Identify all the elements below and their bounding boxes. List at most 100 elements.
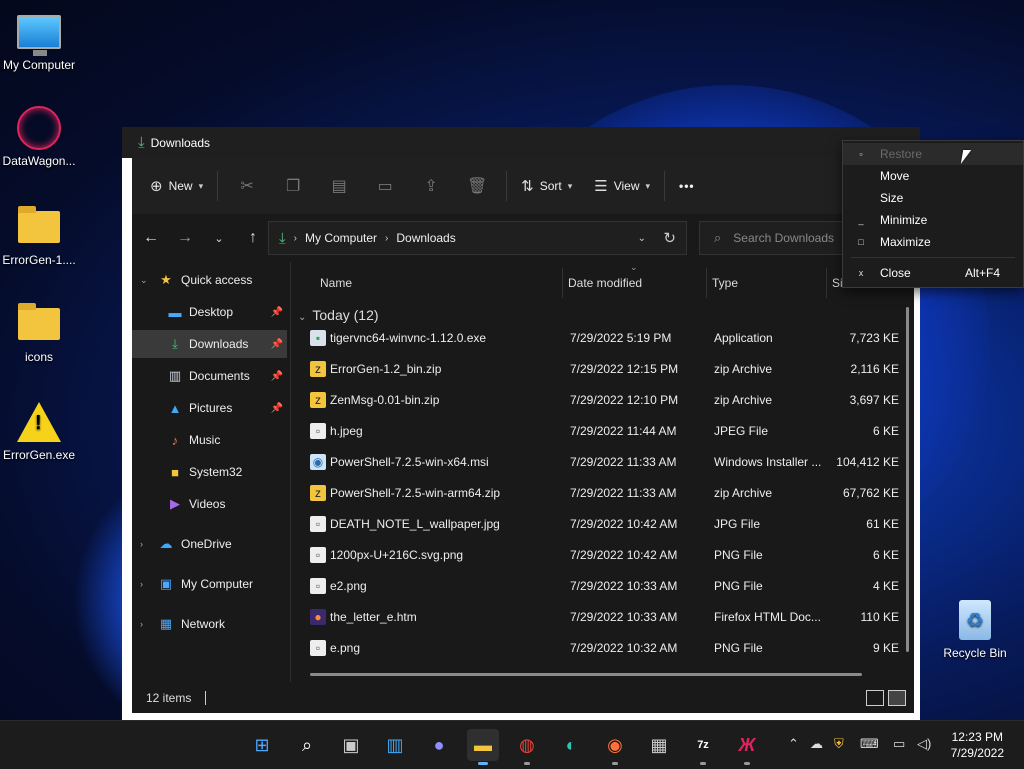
desktop-icon-errorgen-folder[interactable]: ErrorGen-1.... <box>0 205 80 267</box>
volume-icon[interactable]: ◁) <box>917 736 931 752</box>
pin-icon[interactable]: 📌 <box>271 371 283 382</box>
file-row[interactable]: ▪ tigervnc64-winvnc-1.12.0.exe 7/29/2022… <box>292 322 904 353</box>
vertical-scrollbar[interactable] <box>906 307 909 652</box>
file-row[interactable]: ▫ 1200px-U+216C.svg.png 7/29/2022 10:42 … <box>292 539 904 570</box>
horizontal-scrollbar[interactable] <box>310 673 862 676</box>
desktop-icon-my-computer[interactable]: My Computer <box>0 10 80 72</box>
group-header-today[interactable]: ⌄ Today (12) <box>298 307 379 323</box>
file-row[interactable]: ▫ e2.png 7/29/2022 10:33 AM PNG File 4 K… <box>292 570 904 601</box>
chevron-down-icon[interactable]: ⌄ <box>140 275 148 286</box>
share-icon[interactable]: ⇪ <box>408 176 454 196</box>
search-button[interactable]: ⌕ <box>291 729 323 761</box>
menu-item-size[interactable]: Size <box>843 187 1023 209</box>
keyboard-icon[interactable]: ⌨ <box>860 736 879 752</box>
copy-icon[interactable]: ❐ <box>270 176 316 196</box>
edge-button[interactable]: ◐ <box>555 729 587 761</box>
download-icon: ⤓ <box>279 229 286 247</box>
column-divider[interactable] <box>562 268 563 298</box>
paste-icon[interactable]: ▤ <box>316 176 362 196</box>
refresh-icon[interactable]: ↻ <box>663 229 676 247</box>
sidebar-item-system32[interactable]: ■ System32 <box>132 458 287 486</box>
clock-time: 12:23 PM <box>951 730 1003 744</box>
menu-item-close[interactable]: x Close Alt+F4 <box>843 262 1023 284</box>
pin-icon[interactable]: 📌 <box>271 307 283 318</box>
task-view-button[interactable]: ▣ <box>335 729 367 761</box>
chrome-button[interactable]: ◍ <box>511 729 543 765</box>
sidebar-item-downloads[interactable]: ⤓ Downloads 📌 <box>132 330 287 358</box>
desktop-icon-icons-folder[interactable]: icons <box>0 302 80 364</box>
file-row[interactable]: z PowerShell-7.2.5-win-arm64.zip 7/29/20… <box>292 477 904 508</box>
cut-icon[interactable]: ✂ <box>224 176 270 196</box>
cloud-icon[interactable]: ☁ <box>810 736 823 752</box>
recent-locations-chevron-icon[interactable]: ⌄ <box>202 232 236 245</box>
sidebar-item-videos[interactable]: ▶ Videos <box>132 490 287 518</box>
chat-button[interactable]: ● <box>423 729 455 761</box>
start-button[interactable]: ⊞ <box>246 729 278 761</box>
sidebar-item-network[interactable]: › ▦ Network <box>132 610 287 638</box>
network-icon[interactable]: ▭ <box>893 736 905 752</box>
title-bar[interactable]: ⤓ Downloads <box>122 127 920 158</box>
7zip-button[interactable]: 7z <box>687 729 719 765</box>
file-row[interactable]: z ErrorGen-1.2_bin.zip 7/29/2022 12:15 P… <box>292 353 904 384</box>
menu-item-move[interactable]: Move <box>843 165 1023 187</box>
column-divider[interactable] <box>826 268 827 298</box>
column-type[interactable]: Type <box>712 276 738 290</box>
column-name[interactable]: Name <box>320 276 352 290</box>
search-box[interactable]: ⌕ Search Downloads <box>699 221 851 255</box>
file-row[interactable]: z ZenMsg-0.01-bin.zip 7/29/2022 12:10 PM… <box>292 384 904 415</box>
sidebar-item-pictures[interactable]: ▲ Pictures 📌 <box>132 394 287 422</box>
details-view-icon[interactable] <box>866 690 884 706</box>
widgets-button[interactable]: ▥ <box>379 729 411 761</box>
new-button[interactable]: ⊕ New ▾ <box>142 170 211 202</box>
computer-icon: ▣ <box>159 576 173 591</box>
pin-icon[interactable]: 📌 <box>271 339 283 350</box>
delete-icon[interactable]: 🗑 <box>454 176 500 196</box>
show-hidden-icons-chevron-icon[interactable]: ⌃ <box>788 736 799 752</box>
sidebar-item-music[interactable]: ♪ Music <box>132 426 287 454</box>
desktop-icon-datawagon[interactable]: DataWagon... <box>0 106 80 168</box>
breadcrumb-downloads[interactable]: Downloads <box>396 231 455 245</box>
clock-date: 7/29/2022 <box>950 746 1004 760</box>
breadcrumb-my-computer[interactable]: My Computer <box>305 231 377 245</box>
notepad-button[interactable]: Ж <box>731 729 763 765</box>
pane-divider[interactable] <box>290 262 291 682</box>
security-shield-icon[interactable]: ⛨ <box>834 736 844 752</box>
file-explorer-button[interactable]: ▬ <box>467 729 499 765</box>
file-row[interactable]: ● the_letter_e.htm 7/29/2022 10:33 AM Fi… <box>292 601 904 632</box>
sort-button[interactable]: ⇅ Sort ▾ <box>513 170 580 202</box>
column-date-modified[interactable]: Date modified <box>568 276 642 290</box>
file-row[interactable]: ◉ PowerShell-7.2.5-win-x64.msi 7/29/2022… <box>292 446 904 477</box>
view-button[interactable]: ☰ View ▾ <box>586 170 658 202</box>
sidebar-item-onedrive[interactable]: › ☁ OneDrive <box>132 530 287 558</box>
chevron-right-icon[interactable]: › <box>140 579 143 589</box>
running-indicator <box>524 762 530 765</box>
menu-item-restore[interactable]: ▫ Restore <box>843 143 1023 165</box>
up-arrow-icon[interactable]: ↑ <box>236 229 270 247</box>
more-options-button[interactable]: ••• <box>671 170 703 202</box>
file-type: Application <box>714 330 773 345</box>
column-divider[interactable] <box>706 268 707 298</box>
system-clock[interactable]: 12:23 PM 7/29/2022 <box>951 729 1004 761</box>
desktop-icon-recycle-bin[interactable]: ♻ Recycle Bin <box>934 598 1016 660</box>
back-arrow-icon[interactable]: ← <box>134 229 168 247</box>
file-row[interactable]: ▫ h.jpeg 7/29/2022 11:44 AM JPEG File 6 … <box>292 415 904 446</box>
sidebar-item-my-computer[interactable]: › ▣ My Computer <box>132 570 287 598</box>
chevron-right-icon[interactable]: › <box>140 619 143 629</box>
menu-item-maximize[interactable]: □ Maximize <box>843 231 1023 253</box>
forward-arrow-icon[interactable]: → <box>168 229 202 247</box>
tiles-view-icon[interactable] <box>888 690 906 706</box>
address-bar[interactable]: ⤓ › My Computer › Downloads ⌄ ↻ <box>268 221 687 255</box>
sidebar-item-desktop[interactable]: ▬ Desktop 📌 <box>132 298 287 326</box>
chevron-right-icon[interactable]: › <box>140 539 143 549</box>
address-dropdown-icon[interactable]: ⌄ <box>638 233 646 244</box>
pin-icon[interactable]: 📌 <box>271 403 283 414</box>
firefox-button[interactable]: ◉ <box>599 729 631 765</box>
file-row[interactable]: ▫ DEATH_NOTE_L_wallpaper.jpg 7/29/2022 1… <box>292 508 904 539</box>
desktop-icon-errorgen-exe[interactable]: ! ErrorGen.exe <box>0 400 80 462</box>
file-row[interactable]: ▫ e.png 7/29/2022 10:32 AM PNG File 9 KE <box>292 632 904 663</box>
rename-icon[interactable]: ▭ <box>362 176 408 196</box>
store-button[interactable]: ▦ <box>643 729 675 761</box>
menu-item-minimize[interactable]: _ Minimize <box>843 209 1023 231</box>
sidebar-item-quick-access[interactable]: ⌄ ★ Quick access <box>132 266 287 294</box>
sidebar-item-documents[interactable]: ▥ Documents 📌 <box>132 362 287 390</box>
